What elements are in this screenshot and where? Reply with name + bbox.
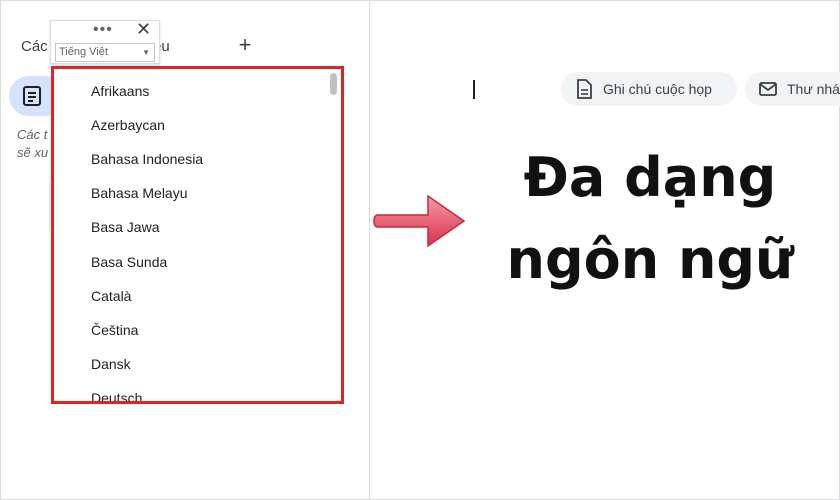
selected-language: Tiếng Việt [59, 46, 108, 58]
language-option[interactable]: Basa Sunda [91, 254, 167, 270]
language-option[interactable]: Bahasa Indonesia [91, 151, 203, 167]
chevron-down-icon: ▼ [142, 48, 150, 57]
language-select[interactable]: Tiếng Việt ▼ [55, 43, 155, 62]
language-option[interactable]: Català [91, 288, 131, 304]
sidebar-hint-line-2: sẽ xu [17, 145, 49, 160]
language-option[interactable]: Dansk [91, 356, 131, 372]
language-option[interactable]: Bahasa Melayu [91, 185, 188, 201]
meeting-notes-label: Ghi chú cuộc họp [603, 81, 712, 97]
panel-divider [369, 0, 370, 500]
add-tab-button[interactable]: + [233, 33, 257, 57]
scrollbar-thumb[interactable] [330, 73, 337, 95]
language-option[interactable]: Azerbaycan [91, 117, 165, 133]
headline-line-2: ngôn ngữ [506, 228, 794, 291]
mail-icon [759, 82, 777, 96]
text-cursor [473, 80, 475, 99]
meeting-notes-chip[interactable]: Ghi chú cuộc họp [561, 72, 737, 106]
close-icon[interactable]: ✕ [136, 19, 151, 40]
arrow-right-icon [373, 194, 466, 248]
more-options-icon[interactable]: ••• [93, 21, 113, 39]
email-draft-label: Thư nháp [787, 81, 840, 97]
language-option[interactable]: Afrikaans [91, 83, 149, 99]
document-icon [23, 86, 41, 106]
email-draft-chip[interactable]: Thư nháp [745, 72, 840, 106]
headline-line-1: Đa dạng [523, 146, 777, 209]
language-option[interactable]: Basa Jawa [91, 219, 159, 235]
language-option[interactable]: Deutsch [91, 390, 142, 401]
document-icon [577, 79, 592, 99]
language-dropdown-list[interactable]: Afrikaans Azerbaycan Bahasa Indonesia Ba… [51, 66, 344, 404]
language-picker: ••• ✕ Tiếng Việt ▼ [50, 19, 160, 64]
language-option[interactable]: Čeština [91, 322, 138, 338]
sidebar-hint-line-1: Các t [17, 127, 48, 142]
